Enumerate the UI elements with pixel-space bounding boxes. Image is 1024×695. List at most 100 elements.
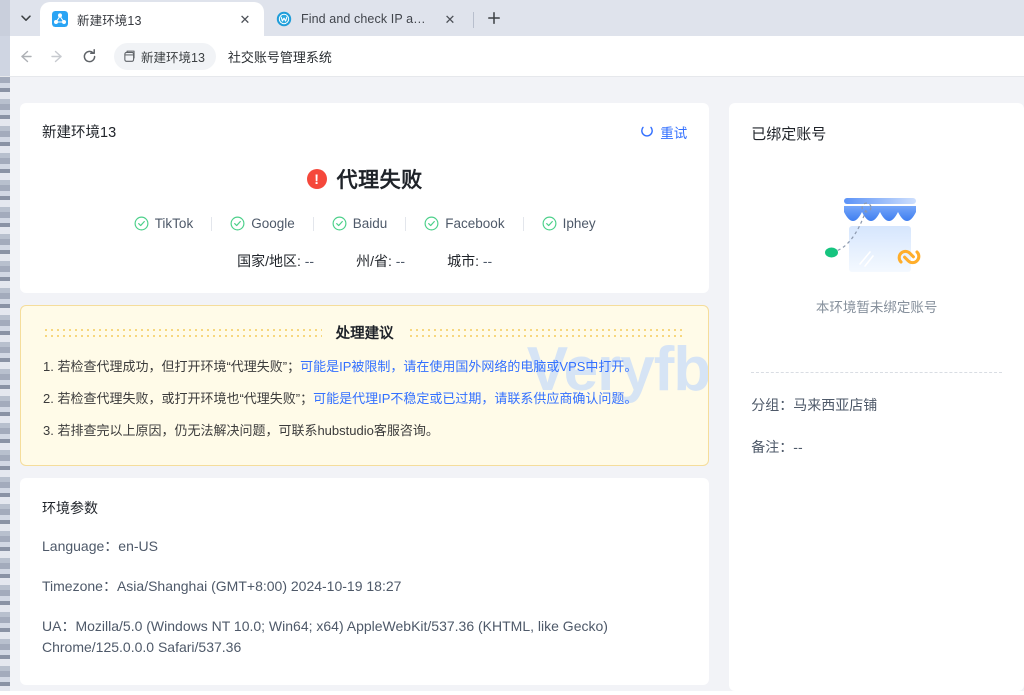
environment-name: 新建环境13: [42, 125, 117, 141]
tab-title: Find and check IP address: [301, 12, 432, 26]
remark-field-label: 备注：: [751, 439, 794, 455]
geo-state-label: 州/省:: [356, 253, 392, 269]
geo-country-value: --: [304, 253, 315, 269]
exclamation-circle-icon: !: [306, 169, 327, 189]
dot-decoration-right: [407, 324, 687, 341]
plus-icon: [488, 12, 500, 24]
page-left-edge-strip: [0, 77, 10, 691]
bound-accounts-title: 已绑定账号: [751, 126, 827, 143]
geo-country-label: 国家/地区:: [237, 253, 301, 269]
service-check-item[interactable]: Baidu: [314, 216, 406, 231]
advice-item: 3. 若排查完以上原因，仍无法解决问题，可联系hubstudio客服咨询。: [43, 421, 686, 441]
advice-header: 处理建议: [43, 322, 687, 343]
param-timezone-value: Asia/Shanghai (GMT+8:00) 2024-10-19 18:2…: [116, 578, 402, 595]
tab-close-icon[interactable]: ✕: [441, 10, 459, 28]
remark-field-value: --: [793, 439, 803, 455]
status-card-header: 新建环境13 重试: [42, 121, 687, 142]
env-node-icon: [52, 11, 68, 27]
service-check-label: Google: [251, 216, 295, 231]
advice-item: 2. 若检查代理失败，或打开环境也“代理失败”；可能是代理IP不稳定或已过期，请…: [43, 389, 686, 409]
main-column: 新建环境13 重试 ! 代理失败 TikTok Google Baidu Fac…: [20, 77, 710, 691]
param-user-agent: UA：Mozilla/5.0 (Windows NT 10.0; Win64; …: [42, 616, 687, 659]
param-user-agent-label: UA：: [42, 617, 76, 634]
back-button[interactable]: [10, 41, 40, 71]
browser-tab-active[interactable]: 新建环境13 ✕: [40, 2, 264, 36]
reload-button[interactable]: [74, 41, 104, 71]
param-language-value: en-US: [118, 538, 158, 555]
geo-info-row: 国家/地区: -- 州/省: -- 城市: --: [42, 251, 687, 271]
group-field-label: 分组：: [751, 397, 794, 413]
service-check-label: Iphey: [562, 216, 596, 231]
address-bar[interactable]: 新建环境13 社交账号管理系统: [114, 41, 1024, 71]
shop-unlinked-illustration: [824, 198, 920, 272]
browser-tab-inactive[interactable]: Find and check IP address ✕: [264, 2, 469, 36]
site-title: 社交账号管理系统: [227, 49, 332, 65]
window-left-edge-strip: [0, 0, 10, 36]
geo-country: 国家/地区: --: [237, 251, 314, 271]
forward-button[interactable]: [42, 41, 72, 71]
browser-toolbar: 新建环境13 社交账号管理系统: [0, 36, 1024, 76]
browser-window: 新建环境13 ✕ Find and check IP address ✕: [0, 0, 1024, 695]
service-check-label: Baidu: [352, 216, 388, 231]
environment-pill-label: 新建环境13: [141, 50, 205, 65]
arrow-left-icon: [20, 50, 32, 62]
geo-city-value: --: [482, 253, 493, 269]
arrow-right-icon: [50, 50, 62, 62]
service-check-label: TikTok: [154, 216, 194, 231]
check-circle-icon: [424, 216, 439, 231]
service-check-list: TikTok Google Baidu Facebook Iphey: [42, 216, 687, 231]
param-timezone-label: Timezone：: [42, 578, 117, 595]
environment-pill[interactable]: 新建环境13: [114, 42, 216, 70]
new-tab-button[interactable]: [480, 4, 508, 32]
service-check-label: Facebook: [445, 216, 505, 231]
tab-search-chevron-down-icon[interactable]: [12, 3, 40, 33]
advice-card: Veryfb 处理建议 1. 若检查代理成功，但打开环境“代理失败”；可能是IP…: [20, 305, 710, 467]
service-check-item[interactable]: TikTok: [116, 216, 212, 231]
advice-item-highlight: 可能是IP被限制，请在使用国外网络的电脑或VPS中打开。: [300, 359, 638, 374]
proxy-failure-banner: ! 代理失败: [42, 164, 687, 194]
side-divider: [751, 372, 1002, 373]
check-circle-icon: [542, 216, 557, 231]
side-column: 已绑定账号 本环境暂未绑定账号 分组：马来西亚店铺 备注：--: [729, 77, 1024, 691]
group-field: 分组：马来西亚店铺: [751, 395, 1002, 415]
advice-item-plain: 2. 若检查代理失败，或打开环境也“代理失败”；: [43, 391, 314, 407]
page-content: 新建环境13 重试 ! 代理失败 TikTok Google Baidu Fac…: [0, 77, 1024, 691]
advice-item-plain: 1. 若检查代理成功，但打开环境“代理失败”；: [43, 359, 301, 374]
check-circle-icon: [230, 216, 245, 231]
dot-decoration-left: [43, 324, 322, 341]
advice-list: 1. 若检查代理成功，但打开环境“代理失败”；可能是IP被限制，请在使用国外网络…: [43, 357, 686, 441]
advice-title: 处理建议: [335, 326, 394, 342]
check-circle-icon: [332, 216, 347, 231]
remark-field: 备注：--: [751, 437, 1002, 457]
proxy-status-card: 新建环境13 重试 ! 代理失败 TikTok Google Baidu Fac…: [20, 103, 710, 293]
reload-icon: [83, 48, 95, 62]
advice-item: 1. 若检查代理成功，但打开环境“代理失败”；可能是IP被限制，请在使用国外网络…: [43, 357, 686, 377]
param-language-label: Language：: [42, 538, 119, 555]
environment-params-title: 环境参数: [42, 500, 98, 517]
tab-strip: 新建环境13 ✕ Find and check IP address ✕: [0, 0, 1024, 36]
geo-city: 城市: --: [447, 251, 492, 271]
param-timezone: Timezone：Asia/Shanghai (GMT+8:00) 2024-1…: [42, 576, 687, 598]
retry-button[interactable]: 重试: [640, 122, 687, 142]
advice-item-plain: 3. 若排查完以上原因，仍无法解决问题，可联系hubstudio客服咨询。: [43, 423, 439, 439]
service-check-item[interactable]: Google: [212, 216, 313, 231]
advice-item-highlight: 可能是代理IP不稳定或已过期，请联系供应商确认问题。: [313, 391, 638, 407]
bound-accounts-empty-text: 本环境暂未绑定账号: [815, 300, 938, 315]
geo-state: 州/省: --: [356, 251, 405, 271]
check-circle-icon: [134, 216, 149, 231]
browser-window-icon: [124, 50, 135, 62]
bound-accounts-empty-state: 本环境暂未绑定账号: [751, 190, 1002, 316]
tab-separator: [473, 12, 474, 28]
group-field-value: 马来西亚店铺: [793, 397, 878, 413]
bound-accounts-card: 已绑定账号 本环境暂未绑定账号 分组：马来西亚店铺 备注：--: [729, 103, 1024, 691]
whoer-globe-icon: [276, 11, 292, 27]
param-user-agent-value: Mozilla/5.0 (Windows NT 10.0; Win64; x64…: [42, 617, 608, 656]
proxy-failure-text: 代理失败: [336, 169, 423, 192]
tab-close-icon[interactable]: ✕: [236, 10, 254, 28]
service-check-item[interactable]: Facebook: [406, 216, 522, 231]
environment-params-card: 环境参数 Language：en-US Timezone：Asia/Shangh…: [20, 478, 710, 686]
service-check-item[interactable]: Iphey: [524, 216, 614, 231]
chevron-down-icon: [21, 15, 31, 21]
retry-label: 重试: [660, 125, 688, 141]
geo-state-value: --: [395, 253, 406, 269]
